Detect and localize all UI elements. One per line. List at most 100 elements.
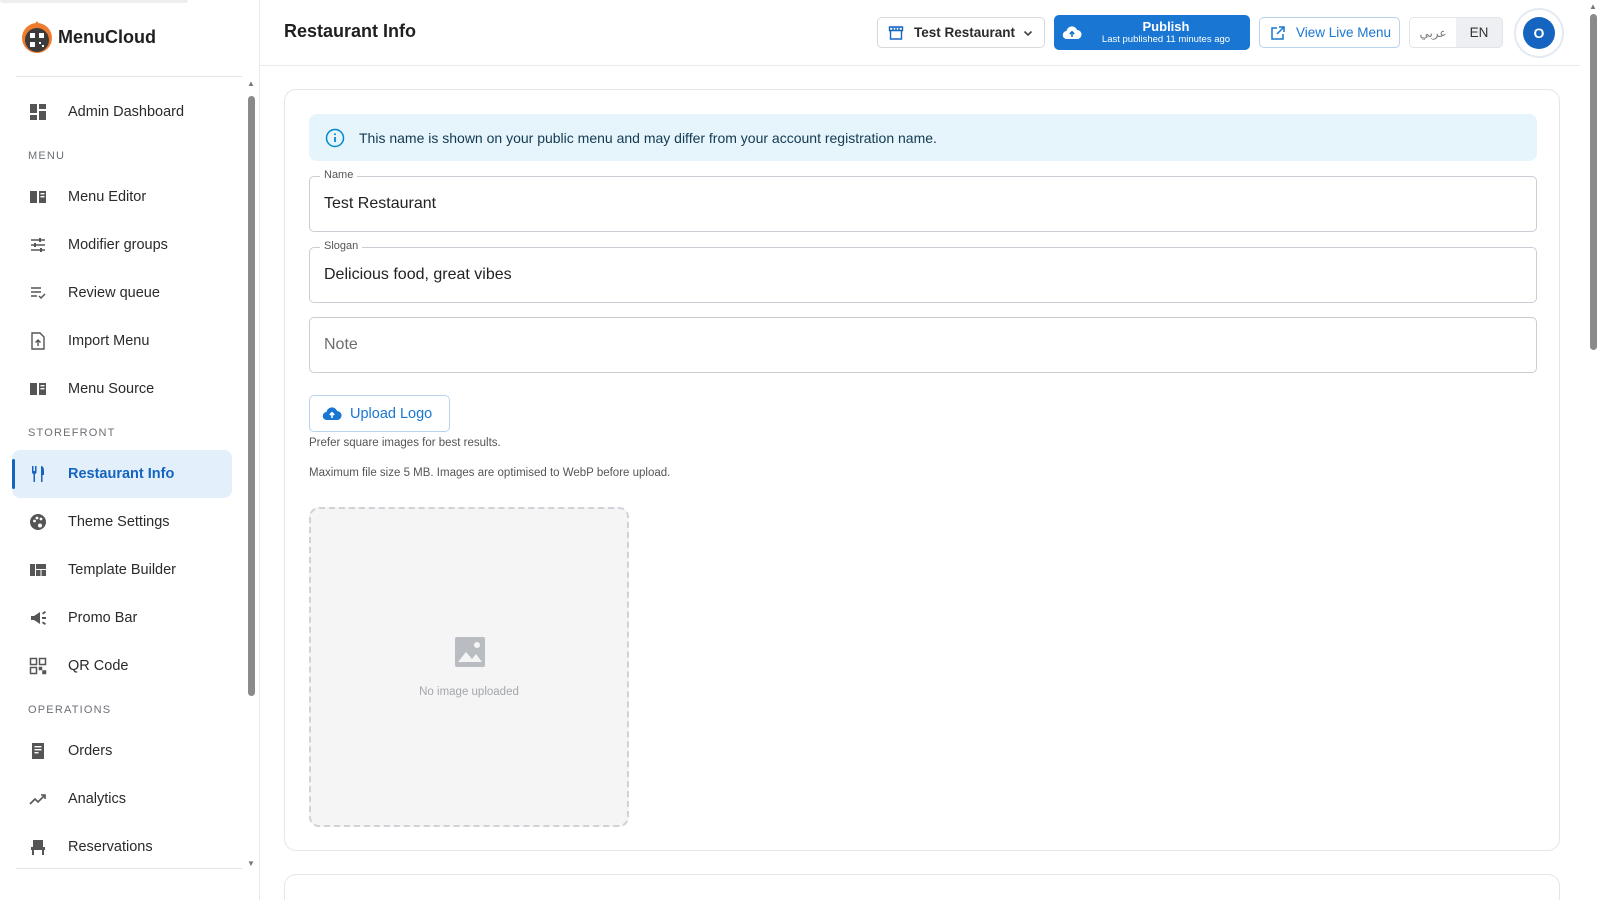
slogan-field-label: Slogan [320,240,363,252]
publish-label: Publish [1142,19,1190,35]
publish-button[interactable]: Publish Last published 11 minutes ago [1054,15,1250,50]
sidebar-item-analytics[interactable]: Analytics [12,775,232,823]
restaurant-info-card: This name is shown on your public menu a… [284,89,1560,851]
language-arabic-button[interactable]: عربي [1410,18,1456,47]
publish-text: Publish Last published 11 minutes ago [1082,20,1250,45]
note-field-placeholder: Note [324,336,358,353]
avatar: O [1523,17,1555,49]
sidebar-item-menu-editor[interactable]: Menu Editor [12,173,232,221]
view-live-menu-label: View Live Menu [1296,25,1392,40]
sidebar-item-template-builder[interactable]: Template Builder [12,546,232,594]
sidebar-item-label: Menu Editor [68,189,147,205]
sidebar-item-review-queue[interactable]: Review queue [12,269,232,317]
scroll-up-arrow-icon[interactable]: ▲ [247,80,255,88]
open-in-new-icon [1270,25,1286,41]
name-field-label: Name [320,169,358,181]
restaurant-icon [28,464,48,484]
sidebar-item-label: Restaurant Info [68,466,175,482]
name-field-value: Test Restaurant [324,195,437,212]
sidebar-scroll-thumb[interactable] [248,96,255,696]
publish-subtitle: Last published 11 minutes ago [1101,34,1231,46]
menu-book-icon [28,379,48,399]
sidebar-divider [16,868,242,869]
info-alert-text: This name is shown on your public menu a… [359,129,937,146]
upload-logo-label: Upload Logo [350,405,433,422]
trending-up-icon [28,789,48,809]
page-scrollbar[interactable]: ▲ [1587,0,1600,900]
sidebar-item-label: Template Builder [68,562,176,578]
logo-hint-size: Maximum file size 5 MB. Images are optim… [309,467,671,479]
sidebar-item-label: Review queue [68,285,160,301]
sidebar-item-label: Menu Source [68,381,155,397]
logo-hint-square: Prefer square images for best results. [309,437,501,449]
slogan-field-value: Delicious food, great vibes [324,266,512,283]
sidebar-item-label: Theme Settings [68,514,170,530]
sidebar-item-label: QR Code [68,658,129,674]
view-quilt-icon [28,560,48,580]
sidebar-nav: Admin Dashboard MENU Menu Editor Modifie… [12,88,232,871]
sidebar-item-label: Analytics [68,791,127,807]
section-title-menu: MENU [28,150,66,162]
sidebar-item-menu-source[interactable]: Menu Source [12,365,232,413]
scroll-down-arrow-icon[interactable]: ▼ [247,860,255,868]
logo-empty-text: No image uploaded [419,686,519,698]
cloud-upload-icon [322,404,342,424]
sidebar-item-reservations[interactable]: Reservations [12,823,232,871]
top-header: Restaurant Info Test Restaurant Publish … [260,0,1580,66]
sidebar-item-orders[interactable]: Orders [12,727,232,775]
campaign-icon [28,608,48,628]
name-field[interactable]: Name Test Restaurant [309,169,1537,232]
sidebar-item-label: Import Menu [68,333,150,349]
event-seat-icon [28,837,48,857]
dashboard-icon [28,102,48,122]
file-upload-icon [28,331,48,351]
menu-book-icon [28,187,48,207]
scroll-up-arrow-icon[interactable]: ▲ [1589,2,1597,11]
avatar-button[interactable]: O [1514,8,1564,58]
sidebar-item-label: Modifier groups [68,237,168,253]
note-field[interactable]: Note [309,317,1537,373]
playlist-check-icon [28,283,48,303]
language-english-button[interactable]: EN [1456,18,1502,47]
section-title-storefront: STOREFRONT [28,427,116,439]
chevron-down-icon [1022,27,1034,39]
palette-icon [28,512,48,532]
top-strip [0,0,188,3]
sidebar-item-modifier-groups[interactable]: Modifier groups [12,221,232,269]
sidebar-item-promo-bar[interactable]: Promo Bar [12,594,232,642]
tune-icon [28,235,48,255]
slogan-field[interactable]: Slogan Delicious food, great vibes [309,240,1537,303]
brand[interactable]: MenuCloud [20,18,156,56]
sidebar-item-label: Orders [68,743,113,759]
brand-name: MenuCloud [58,26,156,47]
image-placeholder-icon [454,636,486,668]
cloud-upload-icon [1062,23,1082,43]
restaurant-selector-value: Test Restaurant [914,25,1016,40]
sidebar-scrollbar[interactable]: ▲ ▼ [247,80,255,870]
menucloud-logo-icon [20,18,54,56]
sidebar: MenuCloud Admin Dashboard MENU Menu Edit… [0,0,260,900]
sidebar-item-admin-dashboard[interactable]: Admin Dashboard [12,88,232,136]
sidebar-item-qr-code[interactable]: QR Code [12,642,232,690]
sidebar-item-label: Admin Dashboard [68,104,185,120]
page-title: Restaurant Info [284,21,417,41]
sidebar-item-restaurant-info[interactable]: Restaurant Info [12,450,232,498]
info-alert: This name is shown on your public menu a… [309,114,1537,161]
restaurant-selector[interactable]: Test Restaurant [877,17,1045,48]
sidebar-item-label: Promo Bar [68,610,138,626]
logo-preview-dropzone[interactable]: No image uploaded [309,507,629,827]
sidebar-item-label: Reservations [68,839,153,855]
language-toggle: عربي EN [1409,17,1503,48]
section-title-operations: OPERATIONS [28,704,112,716]
sidebar-item-import-menu[interactable]: Import Menu [12,317,232,365]
storefront-icon [888,25,904,41]
sidebar-divider [16,76,242,77]
view-live-menu-button[interactable]: View Live Menu [1259,17,1400,48]
info-icon [325,128,345,148]
page-scroll-thumb[interactable] [1590,14,1597,350]
sidebar-item-theme-settings[interactable]: Theme Settings [12,498,232,546]
qr-code-icon [28,656,48,676]
next-section-card [284,874,1560,900]
receipt-icon [28,741,48,761]
upload-logo-button[interactable]: Upload Logo [309,395,450,432]
